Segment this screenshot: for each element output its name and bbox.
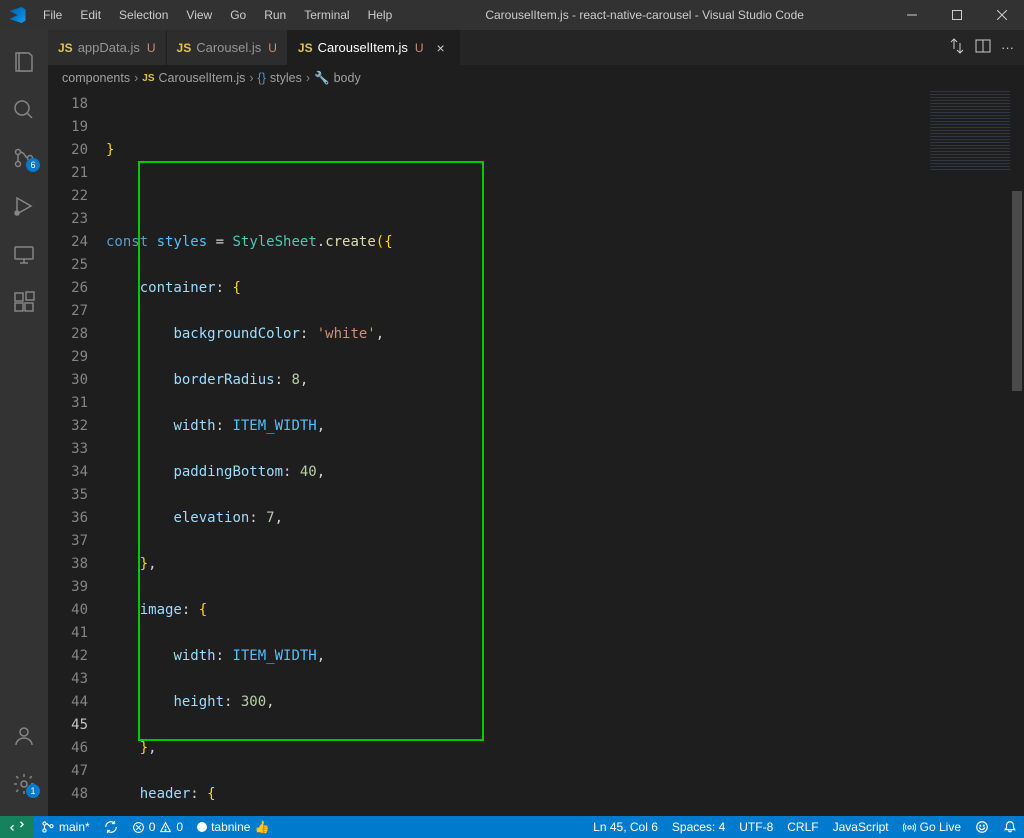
line-number-gutter: 1819202122232425262728293031323334353637… (48, 91, 106, 816)
activity-explorer[interactable] (0, 38, 48, 86)
compare-changes-icon[interactable] (949, 38, 965, 57)
status-notifications[interactable] (996, 820, 1024, 834)
activity-scm[interactable]: 6 (0, 134, 48, 182)
tab-label: Carousel.js (196, 40, 261, 55)
menu-help[interactable]: Help (360, 4, 401, 26)
menubar: File Edit Selection View Go Run Terminal… (35, 4, 400, 26)
symbol-object-icon: {} (258, 71, 266, 85)
minimap-content (930, 91, 1010, 171)
status-encoding[interactable]: UTF-8 (732, 820, 780, 834)
tab-carouselitem[interactable]: JS CarouselItem.js U × (288, 30, 460, 65)
tab-appdata[interactable]: JS appData.js U (48, 30, 167, 65)
titlebar: File Edit Selection View Go Run Terminal… (0, 0, 1024, 30)
close-button[interactable] (979, 0, 1024, 30)
chevron-right-icon: › (134, 71, 138, 85)
tabs-bar: JS appData.js U JS Carousel.js U JS Caro… (48, 30, 1024, 65)
status-eol[interactable]: CRLF (780, 820, 825, 834)
status-remote[interactable] (0, 816, 34, 838)
status-language[interactable]: JavaScript (826, 820, 896, 834)
status-golive[interactable]: Go Live (896, 820, 968, 834)
tab-modified-indicator: U (147, 41, 156, 55)
status-feedback[interactable] (968, 820, 996, 834)
code-content[interactable]: } const styles = StyleSheet.create({ con… (106, 91, 1024, 816)
js-icon: JS (58, 41, 73, 55)
minimap[interactable] (930, 91, 1010, 816)
activity-search[interactable] (0, 86, 48, 134)
split-editor-icon[interactable] (975, 38, 991, 57)
breadcrumb-symbol[interactable]: styles (270, 71, 302, 85)
js-icon: JS (177, 41, 192, 55)
tab-label: CarouselItem.js (318, 40, 408, 55)
status-position[interactable]: Ln 45, Col 6 (586, 820, 665, 834)
window-controls (889, 0, 1024, 30)
menu-edit[interactable]: Edit (72, 4, 109, 26)
breadcrumbs[interactable]: components › JS CarouselItem.js › {} sty… (48, 65, 1024, 91)
menu-terminal[interactable]: Terminal (296, 4, 357, 26)
editor-area: JS appData.js U JS Carousel.js U JS Caro… (48, 30, 1024, 816)
vertical-scrollbar[interactable] (1010, 91, 1024, 816)
menu-run[interactable]: Run (256, 4, 294, 26)
chevron-right-icon: › (306, 71, 310, 85)
main-area: 6 1 JS appData.js U (0, 30, 1024, 816)
breadcrumb-symbol[interactable]: body (334, 71, 361, 85)
status-spaces[interactable]: Spaces: 4 (665, 820, 732, 834)
menu-selection[interactable]: Selection (111, 4, 176, 26)
tab-modified-indicator: U (268, 41, 277, 55)
symbol-key-icon: 🔧 (314, 71, 330, 86)
activity-remote[interactable] (0, 230, 48, 278)
settings-badge: 1 (26, 784, 40, 798)
breadcrumb-file[interactable]: CarouselItem.js (159, 71, 246, 85)
menu-file[interactable]: File (35, 4, 70, 26)
status-problems[interactable]: 0 0 (125, 816, 190, 838)
js-icon: JS (142, 73, 154, 84)
js-icon: JS (298, 41, 313, 55)
tabs-actions: ··· (949, 30, 1024, 65)
window-title: CarouselItem.js - react-native-carousel … (400, 8, 889, 22)
menu-go[interactable]: Go (222, 4, 254, 26)
scrollbar-thumb[interactable] (1012, 191, 1022, 391)
chevron-right-icon: › (249, 71, 253, 85)
activity-account[interactable] (0, 712, 48, 760)
activity-extensions[interactable] (0, 278, 48, 326)
statusbar: main* 0 0 tabnine 👍 Ln 45, Col 6 Spaces:… (0, 816, 1024, 838)
status-tabnine[interactable]: tabnine 👍 (190, 816, 276, 838)
tab-label: appData.js (78, 40, 140, 55)
status-sync[interactable] (97, 816, 125, 838)
breadcrumb-folder[interactable]: components (62, 71, 130, 85)
tab-modified-indicator: U (415, 41, 424, 55)
vscode-logo (0, 7, 35, 23)
status-right: Ln 45, Col 6 Spaces: 4 UTF-8 CRLF JavaSc… (586, 820, 1024, 834)
tab-carousel[interactable]: JS Carousel.js U (167, 30, 288, 65)
maximize-button[interactable] (934, 0, 979, 30)
activity-debug[interactable] (0, 182, 48, 230)
scm-badge: 6 (26, 158, 40, 172)
status-branch[interactable]: main* (34, 816, 97, 838)
editor-body[interactable]: 1819202122232425262728293031323334353637… (48, 91, 1024, 816)
close-icon[interactable]: × (433, 40, 449, 56)
minimize-button[interactable] (889, 0, 934, 30)
more-icon[interactable]: ··· (1001, 40, 1014, 55)
activity-bar: 6 1 (0, 30, 48, 816)
activity-bottom: 1 (0, 712, 48, 808)
activity-settings[interactable]: 1 (0, 760, 48, 808)
menu-view[interactable]: View (178, 4, 220, 26)
